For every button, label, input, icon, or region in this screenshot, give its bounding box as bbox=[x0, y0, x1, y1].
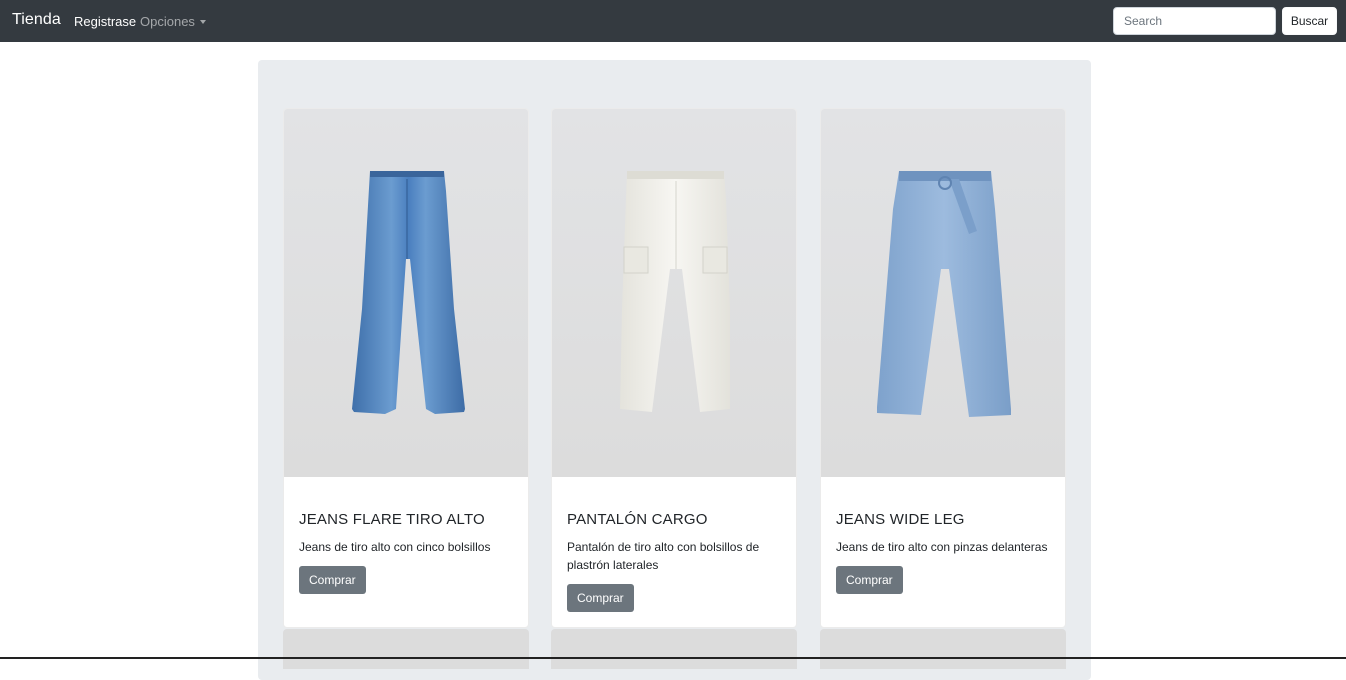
nav-options-dropdown[interactable]: Opciones bbox=[140, 14, 206, 29]
next-product-card-peek bbox=[283, 629, 529, 669]
card-body: PANTALÓN CARGO Pantalón de tiro alto con… bbox=[567, 477, 783, 612]
top-navbar: Tienda Registrase Opciones Buscar bbox=[0, 0, 1346, 42]
caret-down-icon bbox=[199, 20, 206, 24]
nav-options-label: Opciones bbox=[140, 14, 195, 29]
product-card: PANTALÓN CARGO Pantalón de tiro alto con… bbox=[551, 108, 797, 628]
search-input[interactable] bbox=[1113, 7, 1276, 35]
product-card: JEANS WIDE LEG Jeans de tiro alto con pi… bbox=[820, 108, 1066, 628]
white-cargo-pants-image[interactable] bbox=[552, 109, 796, 477]
product-title: PANTALÓN CARGO bbox=[567, 511, 708, 528]
product-title: JEANS WIDE LEG bbox=[836, 511, 965, 528]
buy-button[interactable]: Comprar bbox=[299, 566, 366, 594]
next-product-card-peek bbox=[551, 629, 797, 669]
flare-jeans-image[interactable] bbox=[284, 109, 528, 477]
next-product-card-peek bbox=[820, 629, 1066, 669]
brand-link[interactable]: Tienda bbox=[12, 11, 61, 29]
product-description: Jeans de tiro alto con cinco bolsillos bbox=[299, 540, 491, 554]
buy-button[interactable]: Comprar bbox=[836, 566, 903, 594]
buy-button[interactable]: Comprar bbox=[567, 584, 634, 612]
product-title: JEANS FLARE TIRO ALTO bbox=[299, 511, 485, 528]
search-button[interactable]: Buscar bbox=[1282, 7, 1337, 35]
wide-leg-jeans-image[interactable] bbox=[821, 109, 1065, 477]
nav-register-link[interactable]: Registrase bbox=[74, 14, 136, 29]
card-body: JEANS WIDE LEG Jeans de tiro alto con pi… bbox=[836, 477, 1052, 594]
product-description: Jeans de tiro alto con pinzas delanteras bbox=[836, 540, 1048, 554]
product-card: JEANS FLARE TIRO ALTO Jeans de tiro alto… bbox=[283, 108, 529, 628]
product-description: Pantalón de tiro alto con bolsillos de p… bbox=[567, 540, 760, 572]
card-body: JEANS FLARE TIRO ALTO Jeans de tiro alto… bbox=[299, 477, 515, 594]
